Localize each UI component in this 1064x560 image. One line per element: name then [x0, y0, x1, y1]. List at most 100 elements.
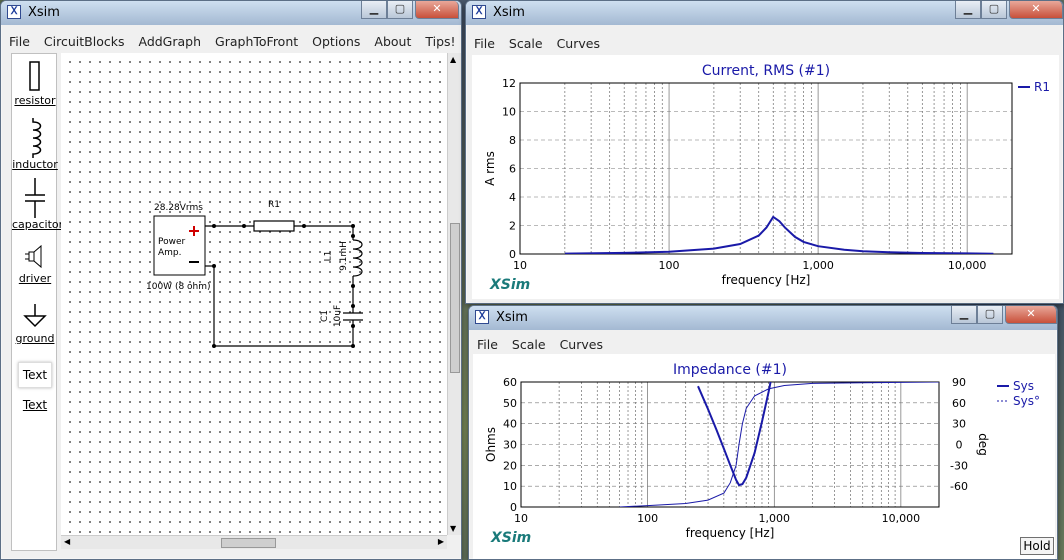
scroll-thumb-horizontal[interactable] — [221, 538, 276, 548]
current-graph-menu-bar: File Scale Curves — [467, 33, 1062, 53]
menu-curves[interactable]: Curves — [553, 337, 610, 352]
menu-addgraph[interactable]: AddGraph — [131, 34, 208, 49]
minimize-button[interactable]: ▁ — [361, 1, 387, 19]
menu-options[interactable]: Options — [305, 34, 367, 49]
text-box-icon: Text — [18, 362, 52, 388]
menu-about[interactable]: About — [367, 34, 418, 49]
menu-scale[interactable]: Scale — [502, 36, 550, 51]
x-tick-label: 10,000 — [948, 259, 987, 272]
schematic-vertical-scrollbar[interactable]: ▲ ▼ — [447, 53, 461, 535]
current-rms-chart: Current, RMS (#1)02468101210 100 1,000 10,0… — [483, 63, 1050, 287]
xsim-logo: XSim — [490, 277, 531, 293]
series-line-primary — [564, 215, 994, 254]
schematic-horizontal-scrollbar[interactable]: ◀ ▶ — [61, 535, 447, 549]
current-window-titlebar[interactable]: Ⅹ Xsim ▁ ▢ ✕ — [466, 1, 1063, 25]
component-palette: resistor inductor capacitor driver groun… — [11, 53, 64, 551]
legend-label: R1 — [1034, 80, 1050, 94]
menu-file[interactable]: File — [467, 36, 502, 51]
palette-text-box[interactable]: Text — [12, 362, 58, 388]
y2-tick-label: 60 — [952, 397, 966, 410]
maximize-button[interactable]: ▢ — [977, 306, 1003, 324]
chart-title: Current, RMS (#1) — [702, 63, 830, 79]
l1-value-label: 9.1mH — [338, 241, 349, 271]
menu-file[interactable]: File — [2, 34, 37, 49]
xsim-logo: XSim — [491, 530, 532, 546]
plot-frame — [520, 381, 940, 508]
inductor-l1 — [352, 239, 363, 277]
legend-label: Sys — [1013, 379, 1034, 393]
x-tick-label: 10 — [514, 512, 528, 525]
y-tick-label: 2 — [509, 220, 516, 233]
circuit-nodes — [212, 224, 355, 348]
y-tick-label: 40 — [503, 418, 517, 431]
minimize-button[interactable]: ▁ — [951, 306, 977, 324]
minimize-button[interactable]: ▁ — [955, 1, 981, 19]
menu-curves[interactable]: Curves — [550, 36, 607, 51]
c1-value-label: 10uF — [333, 304, 344, 328]
window-title: Xsim — [493, 5, 525, 20]
source-voltage-label: 28.28Vrms — [154, 203, 203, 213]
y2-tick-label: 30 — [952, 418, 966, 431]
maximize-button[interactable]: ▢ — [981, 1, 1007, 19]
palette-resistor[interactable]: resistor — [12, 60, 58, 107]
series-line-phase — [619, 382, 939, 507]
palette-label: Text — [22, 398, 48, 412]
resistor-icon — [29, 61, 40, 91]
palette-inductor[interactable]: inductor — [12, 118, 58, 171]
l1-name-label: L1 — [323, 250, 334, 262]
x-axis-label: frequency [Hz] — [722, 273, 811, 287]
menu-file[interactable]: File — [470, 337, 505, 352]
y2-tick-label: 0 — [956, 439, 963, 452]
circuit-window-titlebar[interactable]: Ⅹ Xsim ▁ ▢ ✕ — [1, 1, 461, 25]
main-menu-bar: File CircuitBlocks AddGraph GraphToFront… — [2, 31, 460, 51]
menu-tips[interactable]: Tips! — [418, 34, 462, 49]
close-button[interactable]: ✕ — [415, 1, 459, 19]
y-tick-label: 4 — [509, 191, 516, 204]
y-tick-label: 60 — [503, 376, 517, 389]
y2-tick-label: 90 — [952, 376, 966, 389]
c1-name-label: C1 — [320, 309, 331, 323]
palette-text[interactable]: Text — [12, 398, 58, 412]
maximize-button[interactable]: ▢ — [387, 1, 413, 19]
window-title: Xsim — [28, 5, 60, 20]
resistor-r1 — [253, 220, 295, 232]
impedance-window-titlebar[interactable]: Ⅹ Xsim ▁ ▢ ✕ — [469, 306, 1057, 330]
y-tick-label: 10 — [503, 480, 517, 493]
y-tick-label: 8 — [509, 134, 516, 147]
y-tick-label: 12 — [502, 77, 516, 90]
palette-ground[interactable]: ground — [12, 302, 58, 345]
circuit-window: Ⅹ Xsim ▁ ▢ ✕ File CircuitBlocks AddGraph… — [0, 0, 462, 560]
y-tick-label: 20 — [503, 459, 517, 472]
palette-label: resistor — [14, 94, 56, 107]
xsim-app-icon: Ⅹ — [472, 5, 486, 19]
menu-scale[interactable]: Scale — [505, 337, 553, 352]
window-title: Xsim — [496, 310, 528, 325]
power-amp-label: Power Amp. — [158, 237, 186, 258]
current-graph-area: Current, RMS (#1) 0 2 4 6 8 10 12 10 100 1,000 10,0… — [472, 55, 1059, 299]
x-tick-label: 100 — [659, 259, 680, 272]
palette-capacitor[interactable]: capacitor — [12, 178, 64, 231]
impedance-graph-area: Impedance (#1) 0 10 20 30 40 50 60 -60 -30 0 30 60 90… — [473, 354, 1055, 559]
impedance-graph-menu-bar: File Scale Curves — [470, 334, 1056, 354]
y2-tick-label: -30 — [950, 459, 968, 472]
xsim-app-icon: Ⅹ — [7, 5, 21, 19]
close-button[interactable]: ✕ — [1009, 1, 1063, 19]
palette-driver[interactable]: driver — [12, 242, 58, 285]
schematic-canvas[interactable]: 28.28Vrms Power Amp. 100W (8 ohm) R1 L1 … — [61, 53, 447, 535]
y2-axis-label: deg — [976, 433, 990, 456]
close-button[interactable]: ✕ — [1005, 306, 1057, 324]
palette-label: capacitor — [12, 218, 64, 231]
scroll-thumb-vertical[interactable] — [450, 223, 460, 373]
inductor-icon — [32, 118, 42, 158]
y-axis-label: A rms — [483, 151, 497, 186]
y-tick-label: 50 — [503, 397, 517, 410]
y-axis-label: Ohms — [484, 427, 498, 462]
circuit-diagram — [153, 215, 363, 348]
x-tick-label: 10 — [513, 259, 527, 272]
r1-label: R1 — [268, 200, 280, 210]
y2-tick-label: -60 — [950, 480, 968, 493]
menu-circuitblocks[interactable]: CircuitBlocks — [37, 34, 132, 49]
capacitor-icon — [25, 178, 45, 218]
menu-graphtofront[interactable]: GraphToFront — [208, 34, 305, 49]
hold-button[interactable]: Hold — [1020, 537, 1054, 555]
